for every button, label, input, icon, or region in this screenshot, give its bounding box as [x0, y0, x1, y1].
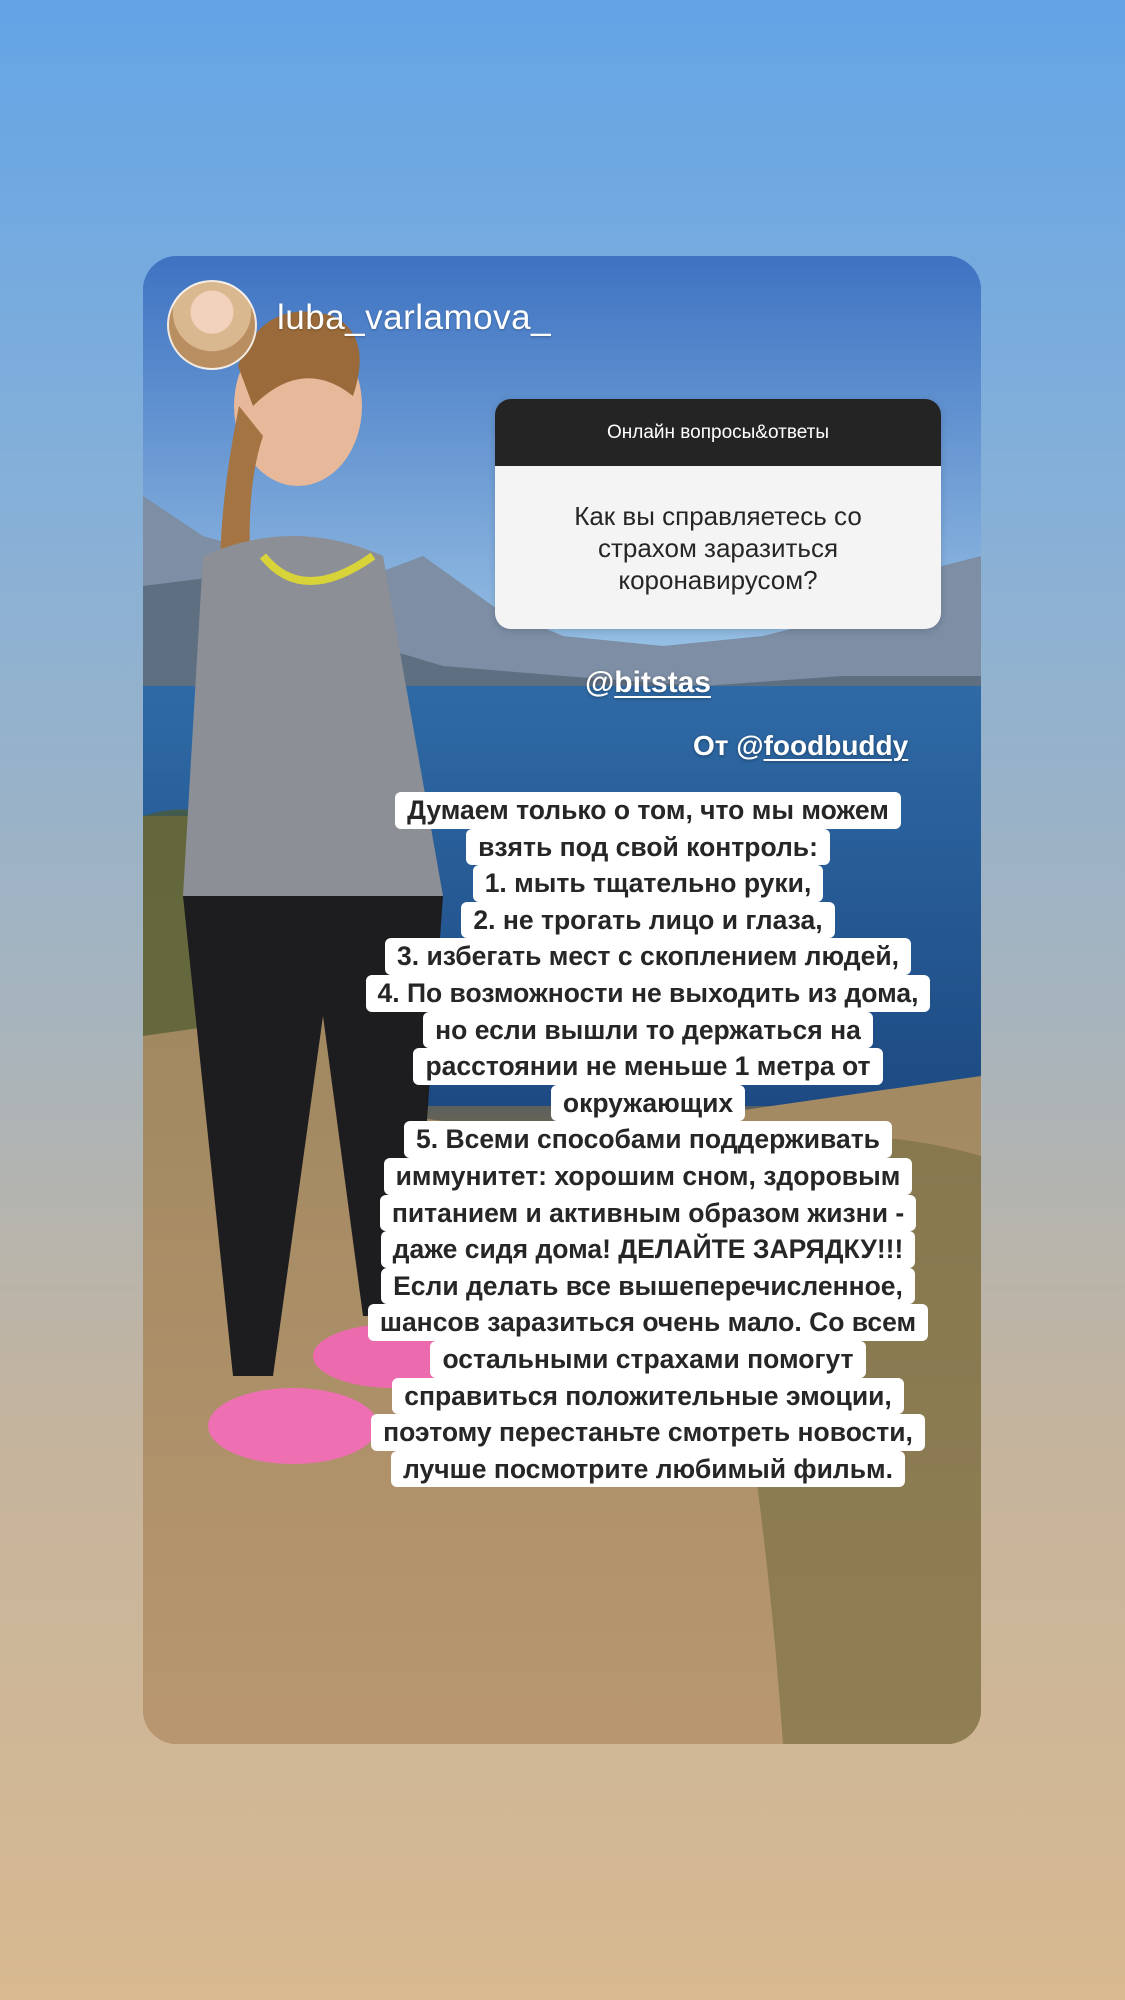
answer-line: лучше посмотрите любимый фильм.	[391, 1450, 905, 1488]
answer-line: иммунитет: хорошим сном, здоровым	[383, 1157, 913, 1195]
username[interactable]: luba_varlamova_	[277, 298, 551, 338]
avatar[interactable]	[167, 280, 257, 370]
answer-line: шансов заразиться очень мало. Со всем	[367, 1304, 929, 1341]
answer-line: но если вышли то держаться на	[423, 1011, 873, 1049]
mention-bitstas[interactable]: @bitstas	[585, 666, 711, 700]
question-sticker[interactable]: Онлайн вопросы&ответы Как вы справляетес…	[495, 399, 941, 629]
answer-line: Если делать все вышеперечисленное,	[381, 1267, 915, 1305]
answer-line: даже сидя дома! ДЕЛАЙТЕ ЗАРЯДКУ!!!	[380, 1231, 916, 1268]
answer-line: Думаем только о том, что мы можем	[395, 792, 901, 829]
mention-at: @	[585, 666, 615, 699]
question-sticker-header: Онлайн вопросы&ответы	[495, 399, 941, 466]
answer-line: 5. Всеми способами поддерживать	[404, 1121, 892, 1158]
answer-line: 4. По возможности не выходить из дома,	[365, 974, 931, 1012]
from-foodbuddy-user[interactable]: foodbuddy	[764, 730, 909, 761]
from-prefix: От @	[693, 730, 764, 761]
answer-line: остальными страхами помогут	[430, 1340, 866, 1378]
answer-line: расстоянии не меньше 1 метра от	[413, 1048, 883, 1085]
answer-line: 3. избегать мест с скоплением людей,	[385, 938, 911, 975]
story-frame: luba_varlamova_ Онлайн вопросы&ответы Ка…	[143, 256, 981, 1744]
answer-line: окружающих	[550, 1084, 746, 1122]
from-foodbuddy[interactable]: От @foodbuddy	[693, 730, 908, 762]
answer-line: 1. мыть тщательно руки,	[472, 865, 824, 902]
answer-text: Думаем только о том, что мы можем взять …	[348, 792, 948, 1488]
mention-bitstas-user[interactable]: bitstas	[614, 666, 711, 699]
answer-line: поэтому перестаньте смотреть новости,	[371, 1414, 925, 1451]
question-text: Как вы справляетесь со страхом заразитьс…	[495, 466, 941, 629]
answer-line: взять под свой контроль:	[466, 828, 830, 866]
answer-line: 2. не трогать лицо и глаза,	[461, 901, 835, 939]
answer-line: питанием и активным образом жизни -	[379, 1194, 917, 1232]
answer-line: справиться положительные эмоции,	[392, 1377, 904, 1415]
